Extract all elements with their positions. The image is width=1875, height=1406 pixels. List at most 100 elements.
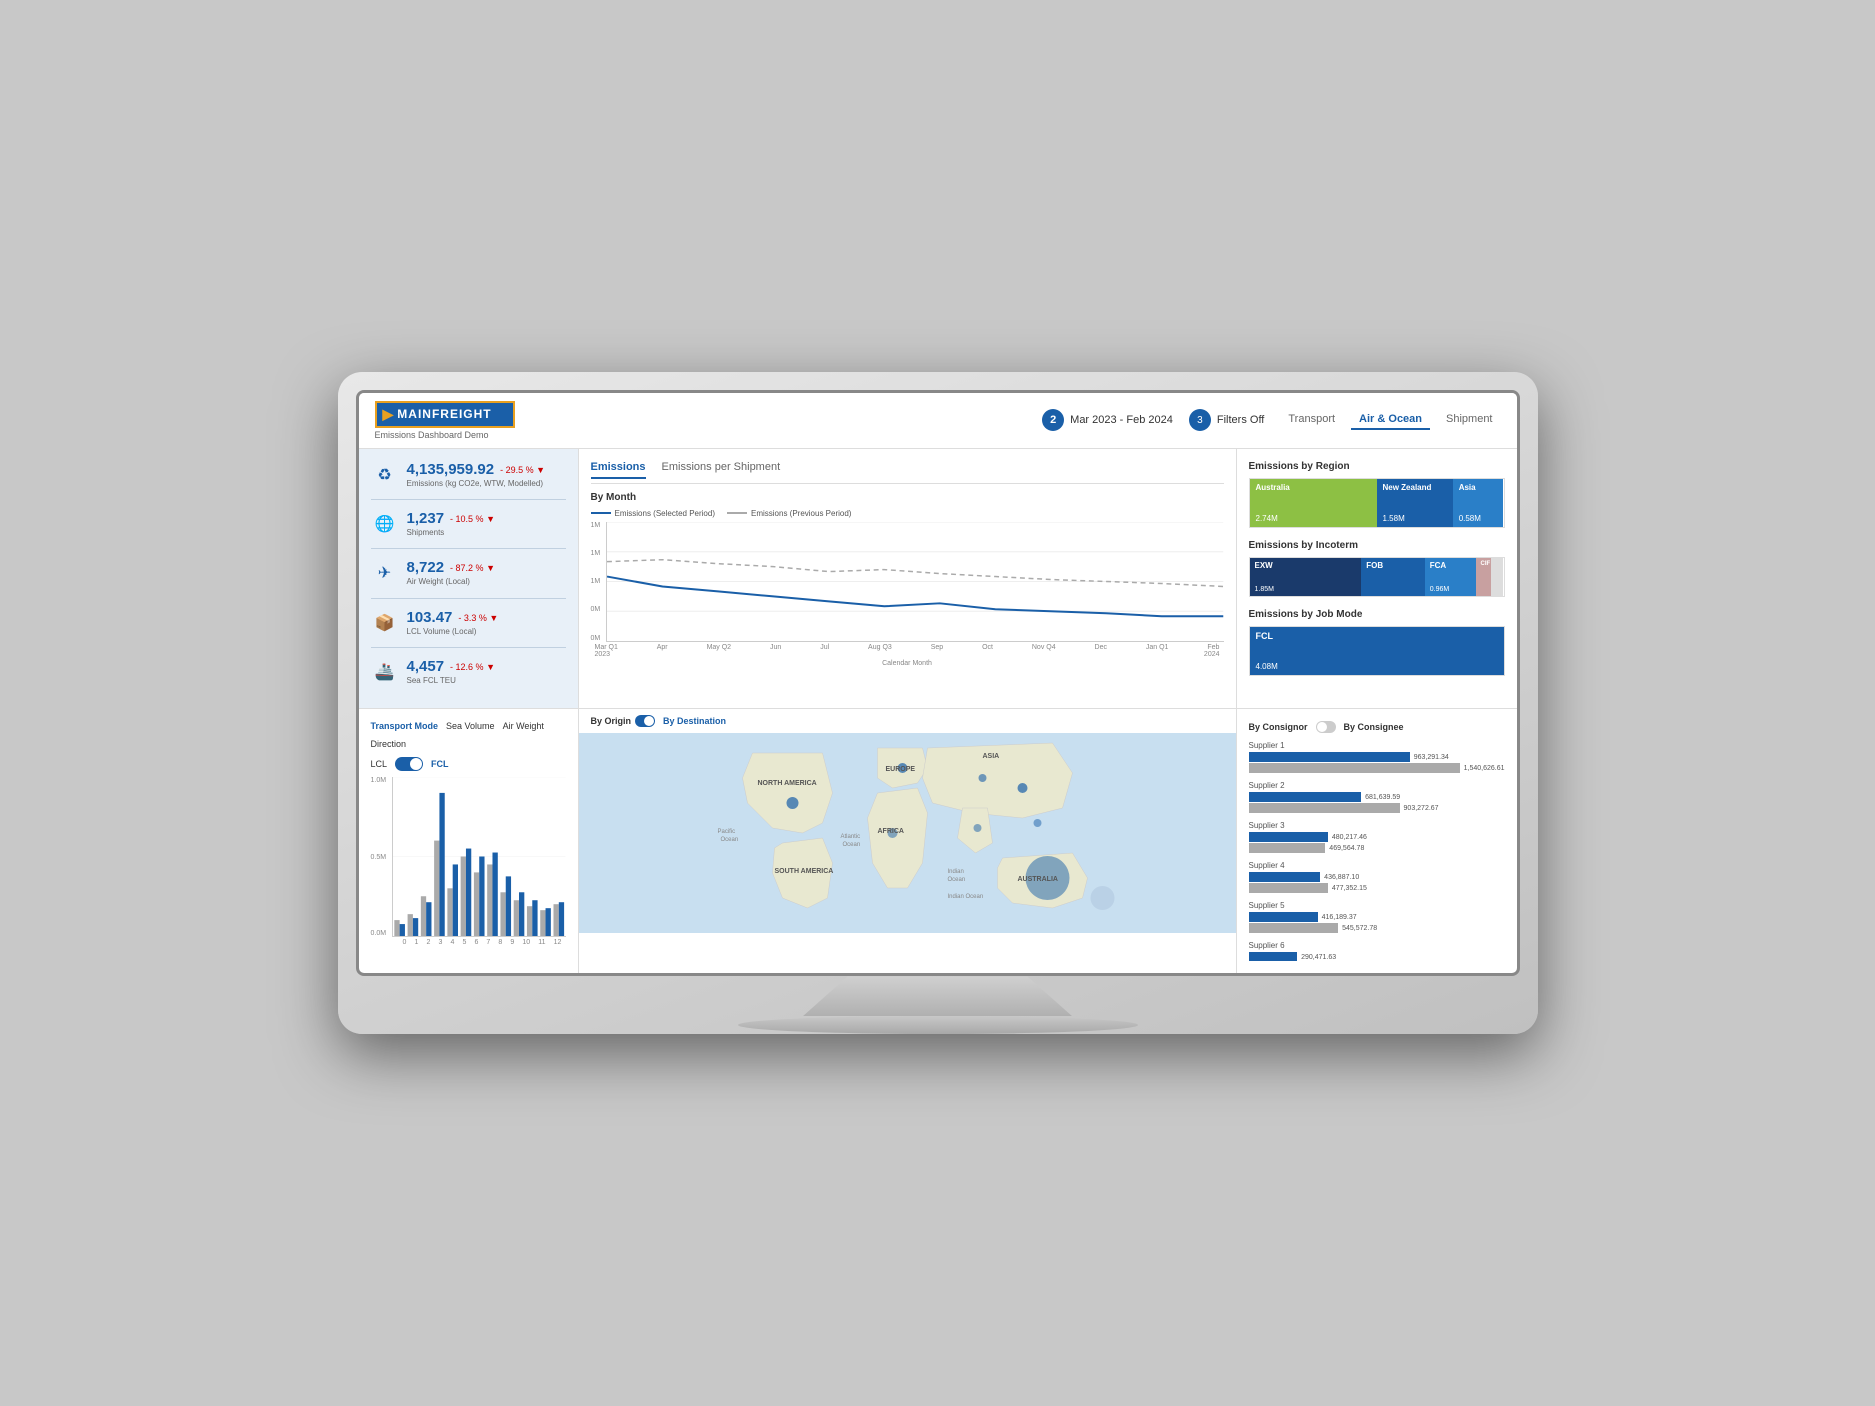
emissions-label: Emissions (kg CO2e, WTW, Modelled)	[407, 479, 566, 489]
incoterm-exw-value: 1.85M	[1255, 586, 1357, 593]
jobmode-bar-container: FCL 4.08M	[1249, 626, 1505, 676]
region-australia: Australia 2.74M	[1250, 479, 1377, 527]
bottom-left: Transport Mode Sea Volume Air Weight Dir…	[359, 709, 579, 973]
kpi-content-lcl: 103.47 - 3.3 % ▼ LCL Volume (Local)	[407, 609, 566, 637]
region-asia-name: Asia	[1459, 483, 1476, 492]
consignor-toggle[interactable]	[1316, 721, 1336, 733]
incoterm-other	[1491, 558, 1504, 596]
supplier-5-name: Supplier 5	[1249, 901, 1505, 910]
filter-control[interactable]: 3 Filters Off	[1189, 409, 1264, 431]
filters-label: Filters Off	[1217, 414, 1264, 426]
lcl-value: 103.47	[407, 609, 453, 627]
sea-volume-label: Sea Volume	[446, 721, 495, 731]
origin-toggle[interactable]	[635, 715, 655, 727]
tab-air-ocean[interactable]: Air & Ocean	[1351, 410, 1430, 430]
header: ▶ MAINFREIGHT Emissions Dashboard Demo 2…	[359, 393, 1517, 449]
consignor-label[interactable]: By Consignor	[1249, 722, 1308, 732]
sea-label: Sea FCL TEU	[407, 676, 566, 686]
incoterm-fca-value: 0.96M	[1430, 586, 1471, 593]
kpi-item-shipments: 🌐 1,237 - 10.5 % ▼ Shipments	[371, 510, 566, 549]
bar-chart-x-labels: 0123456789101112	[371, 939, 566, 946]
consignor-controls: By Consignor By Consignee	[1249, 721, 1505, 733]
svg-text:AFRICA: AFRICA	[877, 828, 903, 835]
region-nz-value: 1.58M	[1383, 514, 1405, 523]
jobmode-fcl-name: FCL	[1256, 631, 1498, 641]
svg-text:ASIA: ASIA	[982, 753, 999, 760]
supplier-item-3: Supplier 3 480,217.46 469,564.78	[1249, 821, 1505, 853]
region-australia-value: 2.74M	[1256, 514, 1278, 523]
by-origin-tab[interactable]: By Origin	[591, 715, 656, 727]
tab-transport[interactable]: Transport	[1280, 410, 1343, 430]
svg-text:Ocean: Ocean	[947, 877, 965, 883]
by-dest-tab[interactable]: By Destination	[663, 716, 726, 726]
legend-line-selected	[591, 512, 611, 514]
logo-text: MAINFREIGHT	[397, 407, 491, 421]
panel-tabs: Emissions Emissions per Shipment	[591, 461, 1224, 484]
svg-text:Ocean: Ocean	[842, 842, 860, 848]
tab-shipment[interactable]: Shipment	[1438, 410, 1500, 430]
logo-arrow: ▶	[383, 406, 394, 423]
fcl-label: FCL	[431, 759, 449, 769]
logo-subtitle: Emissions Dashboard Demo	[375, 430, 515, 440]
svg-text:NORTH AMERICA: NORTH AMERICA	[757, 780, 816, 787]
jobmode-fcl-value: 4.08M	[1256, 662, 1498, 671]
emissions-panel: Emissions Emissions per Shipment By Mont…	[579, 449, 1237, 710]
jobmode-title: Emissions by Job Mode	[1249, 609, 1505, 620]
legend-line-previous	[727, 512, 747, 514]
map-container: NORTH AMERICA EUROPE ASIA AFRICA SOUTH A…	[579, 733, 1236, 933]
supplier-item-5: Supplier 5 416,189.37 545,572.78	[1249, 901, 1505, 933]
supplier-3-bar1	[1249, 832, 1328, 842]
region-bar-container: Australia 2.74M New Zealand 1.58M Asia 0…	[1249, 478, 1505, 528]
chart-x-labels: Mar Q1AprMay Q2JunJulAug Q3SepOctNov Q4D…	[591, 644, 1224, 651]
lcl-toggle[interactable]	[395, 757, 423, 771]
date-range-control[interactable]: 2 Mar 2023 - Feb 2024	[1042, 409, 1173, 431]
step2-circle: 2	[1042, 409, 1064, 431]
sea-value: 4,457	[407, 658, 445, 676]
shipments-value: 1,237	[407, 510, 445, 528]
supplier-item-2: Supplier 2 681,639.59 903,272.67	[1249, 781, 1505, 813]
kpi-item-airweight: ✈ 8,722 - 87.2 % ▼ Air Weight (Local)	[371, 559, 566, 598]
origin-label: By Origin	[591, 716, 632, 726]
header-controls: 2 Mar 2023 - Feb 2024 3 Filters Off Tran…	[1042, 409, 1500, 431]
region-nz: New Zealand 1.58M	[1377, 479, 1453, 527]
supplier-2-bar1	[1249, 792, 1362, 802]
kpi-item-emissions: ♻ 4,135,959.92 - 29.5 % ▼ Emissions (kg …	[371, 461, 566, 500]
lcl-fcl-toggle: LCL FCL	[371, 757, 566, 771]
legend-previous: Emissions (Previous Period)	[727, 509, 851, 518]
tab-emissions[interactable]: Emissions	[591, 461, 646, 479]
step3-circle: 3	[1189, 409, 1211, 431]
kpi-content-sea: 4,457 - 12.6 % ▼ Sea FCL TEU	[407, 658, 566, 686]
supplier-2-bar2	[1249, 803, 1400, 813]
air-weight-label: Air Weight	[503, 721, 544, 731]
supplier-4-bar2	[1249, 883, 1328, 893]
supplier-1-bar1	[1249, 752, 1410, 762]
emissions-change: - 29.5 % ▼	[500, 465, 545, 475]
incoterm-fob-name: FOB	[1366, 561, 1420, 570]
stand-base	[788, 976, 1088, 1016]
chart-axis-label: Calendar Month	[591, 660, 1224, 667]
emissions-value: 4,135,959.92	[407, 461, 495, 479]
incoterm-bar-container: EXW 1.85M FOB FCA 0.96M CIF	[1249, 557, 1505, 597]
supplier-4-name: Supplier 4	[1249, 861, 1505, 870]
legend-selected: Emissions (Selected Period)	[591, 509, 715, 518]
supplier-item-6: Supplier 6 290,471.63 256,024.13	[1249, 941, 1505, 961]
jobmode-fcl: FCL 4.08M	[1250, 627, 1504, 675]
region-australia-name: Australia	[1256, 483, 1290, 492]
tab-emissions-per-shipment[interactable]: Emissions per Shipment	[662, 461, 781, 479]
svg-text:Ocean: Ocean	[720, 837, 738, 843]
supplier-6-name: Supplier 6	[1249, 941, 1505, 950]
kpi-content-airweight: 8,722 - 87.2 % ▼ Air Weight (Local)	[407, 559, 566, 587]
airweight-icon: ✈	[371, 559, 399, 587]
supplier-6-bar1	[1249, 952, 1298, 961]
stand-foot	[738, 1016, 1138, 1034]
direction-label: Direction	[371, 739, 407, 749]
consignee-label[interactable]: By Consignee	[1344, 722, 1404, 732]
dest-label: By Destination	[663, 716, 726, 726]
supplier-4-bar1	[1249, 872, 1321, 882]
main-grid: ♻ 4,135,959.92 - 29.5 % ▼ Emissions (kg …	[359, 449, 1517, 974]
shipments-icon: 🌐	[371, 510, 399, 538]
shipments-change: - 10.5 % ▼	[450, 514, 495, 524]
logo-area: ▶ MAINFREIGHT Emissions Dashboard Demo	[375, 401, 515, 440]
region-asia: Asia 0.58M	[1453, 479, 1504, 527]
lcl-label: LCL Volume (Local)	[407, 627, 566, 637]
